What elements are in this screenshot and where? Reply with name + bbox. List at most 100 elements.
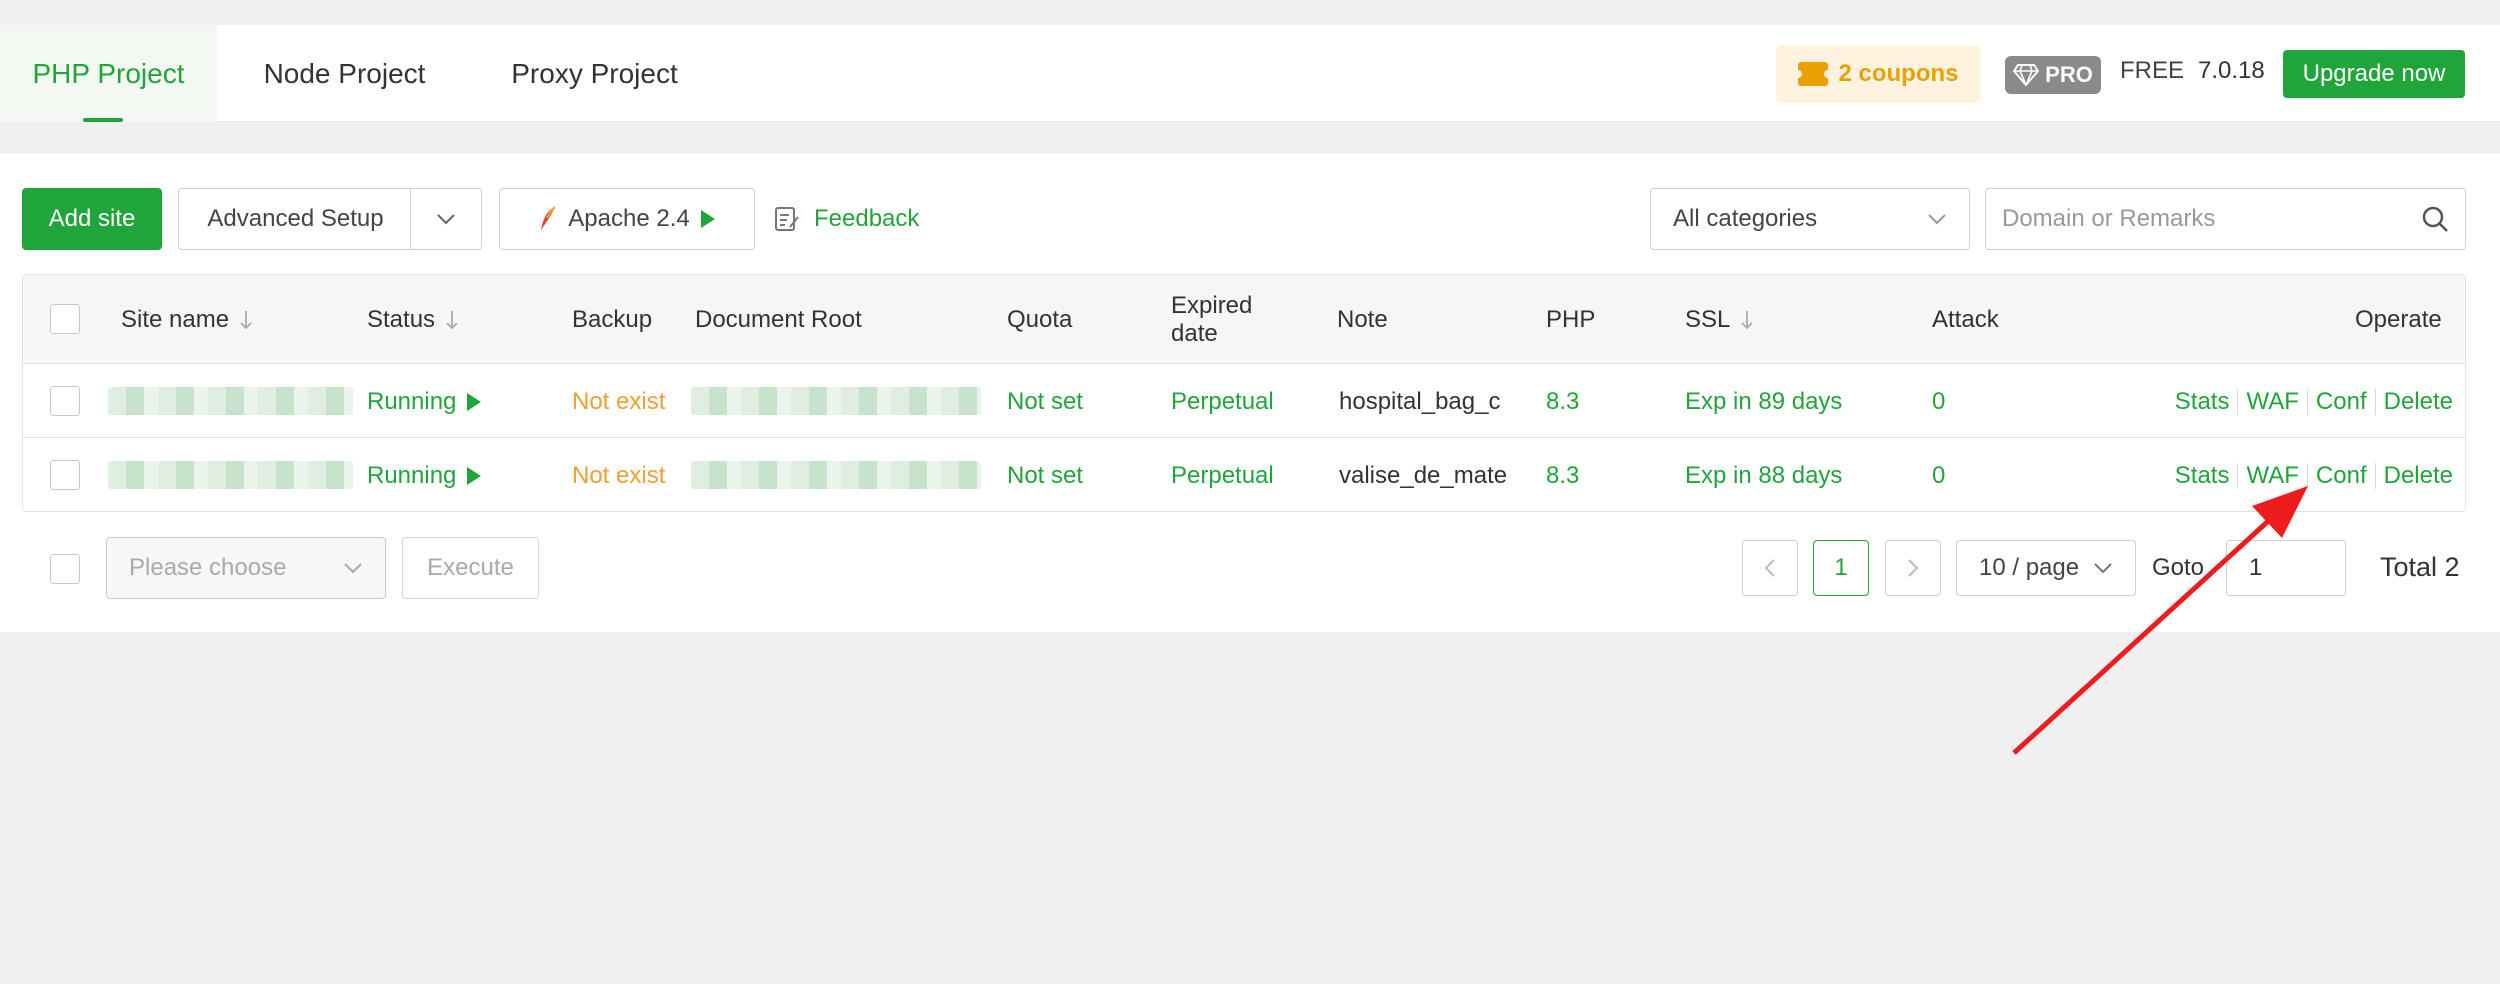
row-attack-label: 0 [1932, 461, 1946, 489]
page-size-select[interactable]: 10 / page [1956, 540, 2136, 596]
column-document-root-label: Document Root [695, 305, 862, 333]
free-label: FREE [2120, 57, 2185, 84]
column-php-label: PHP [1546, 305, 1596, 333]
row-expired-label: Perpetual [1171, 461, 1274, 489]
select-all-checkbox[interactable] [50, 304, 80, 334]
category-select[interactable]: All categories [1650, 188, 1970, 250]
column-note-label: Note [1337, 305, 1388, 333]
stats-link[interactable]: Stats [2167, 388, 2238, 416]
conf-link[interactable]: Conf [2308, 462, 2375, 490]
row-quota-label: Not set [1007, 387, 1084, 415]
row-quota[interactable]: Not set [1007, 365, 1083, 438]
row-expired[interactable]: Perpetual [1171, 365, 1274, 438]
table-row: Running Not exist Not set Perpetual hosp… [23, 365, 2465, 438]
table-row: Running Not exist Not set Perpetual vali… [23, 439, 2465, 512]
row-note[interactable]: hospital_bag_c [1339, 365, 1513, 438]
column-expired-label-line2: date [1171, 319, 1218, 347]
chevron-down-icon [1928, 214, 1946, 225]
feedback-label: Feedback [814, 205, 920, 232]
column-status[interactable]: Status [367, 275, 459, 364]
execute-button[interactable]: Execute [402, 537, 539, 599]
row-ssl-label: Exp in 88 days [1685, 461, 1843, 489]
document-root-redacted[interactable] [691, 387, 981, 415]
row-checkbox[interactable] [50, 460, 80, 490]
row-quota[interactable]: Not set [1007, 439, 1083, 512]
column-attack: Attack [1932, 275, 1999, 364]
row-status-label: Running [367, 387, 457, 415]
column-note: Note [1337, 275, 1388, 364]
row-attack[interactable]: 0 [1932, 365, 1945, 438]
version-label: 7.0.18 [2198, 57, 2265, 84]
column-status-label: Status [367, 305, 436, 333]
tab-node-project[interactable]: Node Project [217, 25, 472, 122]
row-php[interactable]: 8.3 [1546, 365, 1579, 438]
waf-link[interactable]: WAF [2238, 388, 2306, 416]
search-input[interactable] [1986, 189, 2405, 249]
row-php-label: 8.3 [1546, 387, 1580, 415]
row-ssl[interactable]: Exp in 88 days [1685, 439, 1842, 512]
row-backup[interactable]: Not exist [572, 365, 665, 438]
tab-php-project-label: PHP Project [32, 57, 185, 89]
prev-page-button[interactable] [1742, 540, 1798, 596]
coupons-badge[interactable]: 2 coupons [1776, 45, 1981, 103]
row-attack[interactable]: 0 [1932, 439, 1945, 512]
apache-button[interactable]: Apache 2.4 [499, 188, 755, 250]
chevron-down-icon [437, 214, 455, 225]
edit-note-icon [775, 207, 799, 231]
add-site-button[interactable]: Add site [22, 188, 162, 250]
sort-arrow-icon [446, 310, 458, 329]
feedback-link[interactable]: Feedback [774, 188, 919, 250]
row-quota-label: Not set [1007, 461, 1084, 489]
row-backup-label: Not exist [572, 461, 666, 489]
row-status[interactable]: Running [367, 365, 482, 438]
goto-page-input[interactable] [2226, 540, 2346, 596]
goto-label: Goto [2152, 554, 2205, 581]
row-status[interactable]: Running [367, 439, 482, 512]
sort-arrow-icon [240, 310, 252, 329]
advanced-setup-dropdown-button[interactable] [410, 188, 482, 250]
play-icon [467, 466, 482, 485]
play-icon [467, 392, 482, 411]
row-expired[interactable]: Perpetual [1171, 439, 1274, 512]
column-operate-label: Operate [2355, 305, 2442, 333]
column-php: PHP [1546, 275, 1595, 364]
bulk-select-checkbox[interactable] [50, 554, 80, 584]
row-ssl[interactable]: Exp in 89 days [1685, 365, 1842, 438]
row-note-label: hospital_bag_c [1339, 387, 1501, 415]
row-note[interactable]: valise_de_mate [1339, 439, 1513, 512]
next-page-button[interactable] [1885, 540, 1941, 596]
coupon-ticket-icon [1794, 62, 1833, 86]
tab-proxy-project[interactable]: Proxy Project [472, 25, 717, 122]
waf-link[interactable]: WAF [2238, 462, 2306, 490]
top-tab-bar: PHP Project Node Project Proxy Project 2… [0, 25, 2500, 122]
advanced-setup-button[interactable]: Advanced Setup [178, 188, 412, 250]
conf-link[interactable]: Conf [2308, 388, 2375, 416]
bulk-action-select[interactable]: Please choose [106, 537, 386, 599]
site-name-redacted[interactable] [108, 387, 353, 415]
column-site-name[interactable]: Site name [121, 275, 253, 364]
bulk-action-placeholder: Please choose [129, 554, 287, 581]
site-name-redacted[interactable] [108, 461, 353, 489]
diamond-icon [2013, 64, 2040, 86]
page-number-button[interactable]: 1 [1813, 540, 1869, 596]
document-root-redacted[interactable] [691, 461, 981, 489]
row-checkbox[interactable] [50, 386, 80, 416]
row-backup[interactable]: Not exist [572, 439, 665, 512]
column-expired-date: Expired date [1171, 275, 1252, 364]
tab-php-project[interactable]: PHP Project [0, 25, 217, 122]
column-ssl[interactable]: SSL [1685, 275, 1754, 364]
upgrade-now-button[interactable]: Upgrade now [2283, 50, 2465, 98]
sort-arrow-icon [1741, 310, 1754, 329]
row-php[interactable]: 8.3 [1546, 439, 1579, 512]
chevron-down-icon [344, 563, 362, 574]
column-backup: Backup [572, 275, 652, 364]
sites-table: Site name Status Backup Document Root Qu… [22, 274, 2466, 512]
search-icon[interactable] [2405, 205, 2465, 233]
column-site-name-label: Site name [121, 305, 230, 333]
pro-badge[interactable]: PRO [2005, 56, 2101, 94]
row-note-label: valise_de_mate [1339, 461, 1508, 489]
delete-link[interactable]: Delete [2376, 388, 2461, 416]
search-box [1985, 188, 2466, 250]
stats-link[interactable]: Stats [2167, 462, 2238, 490]
delete-link[interactable]: Delete [2376, 462, 2461, 490]
